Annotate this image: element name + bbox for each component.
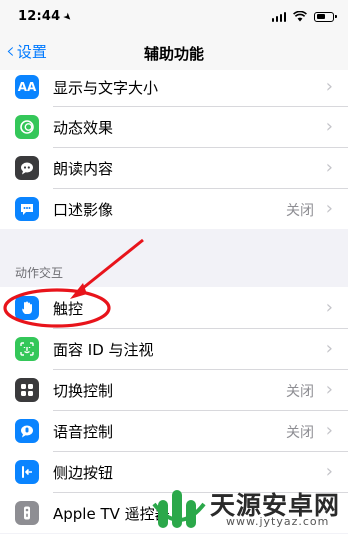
annotation-arrow bbox=[77, 238, 144, 294]
row-value: 关闭 bbox=[286, 425, 314, 441]
row-audio-descriptions[interactable]: 口述影像 关闭 › bbox=[0, 188, 348, 229]
switch-control-icon bbox=[15, 378, 39, 402]
row-label: 显示与文字大小 bbox=[53, 79, 159, 97]
signal-icon bbox=[271, 11, 286, 22]
chevron-right-icon: › bbox=[325, 76, 333, 97]
time-text: 12:44 bbox=[18, 9, 61, 24]
chevron-right-icon: › bbox=[325, 116, 333, 137]
chevron-right-icon: › bbox=[325, 338, 333, 359]
chevron-right-icon: › bbox=[325, 420, 333, 441]
battery-icon bbox=[314, 11, 337, 22]
page-title: 辅助功能 bbox=[143, 45, 204, 63]
wifi-icon bbox=[293, 11, 307, 22]
chevron-right-icon: › bbox=[325, 461, 333, 482]
chevron-right-icon: › bbox=[325, 198, 333, 219]
remote-icon bbox=[15, 501, 39, 525]
voice-control-icon bbox=[15, 419, 39, 443]
hand-touch-icon bbox=[15, 296, 39, 320]
status-time: 12:44➤ bbox=[18, 9, 75, 25]
row-voice-control[interactable]: 语音控制 关闭 › bbox=[0, 410, 348, 451]
row-switch-control[interactable]: 切换控制 关闭 › bbox=[0, 369, 348, 410]
chevron-right-icon: › bbox=[325, 157, 333, 178]
row-value: 关闭 bbox=[286, 203, 314, 219]
status-icons bbox=[271, 11, 337, 22]
row-label: 切换控制 bbox=[53, 382, 114, 400]
speech-icon bbox=[15, 156, 39, 180]
nav-bar: ‹ 设置 辅助功能 bbox=[0, 34, 348, 71]
side-button-icon bbox=[15, 460, 39, 484]
row-display-text-size[interactable]: AA 显示与文字大小 › bbox=[0, 70, 348, 106]
vision-group: AA 显示与文字大小 › 动态效果 › 朗读内容 › 口述影像 关闭 › bbox=[0, 70, 348, 229]
row-label: 动态效果 bbox=[53, 119, 114, 137]
watermark: 天源安卓网 www.jytyaz.com bbox=[150, 484, 348, 534]
text-size-icon: AA bbox=[15, 75, 39, 99]
row-touch[interactable]: 触控 › bbox=[0, 287, 348, 328]
row-label: 语音控制 bbox=[53, 423, 114, 441]
audio-description-icon bbox=[15, 197, 39, 221]
watermark-url: www.jytyaz.com bbox=[226, 515, 330, 528]
row-label: 口述影像 bbox=[53, 201, 114, 219]
chevron-right-icon: › bbox=[325, 379, 333, 400]
row-spoken-content[interactable]: 朗读内容 › bbox=[0, 147, 348, 188]
row-label: 朗读内容 bbox=[53, 160, 114, 178]
status-bar: 12:44➤ bbox=[0, 0, 348, 34]
android-logo-icon bbox=[152, 490, 206, 528]
motion-icon bbox=[15, 115, 39, 139]
section-header: 动作交互 bbox=[15, 266, 64, 280]
row-label: 面容 ID 与注视 bbox=[53, 341, 154, 359]
location-icon: ➤ bbox=[60, 10, 75, 25]
row-value: 关闭 bbox=[286, 384, 314, 400]
chevron-right-icon: › bbox=[325, 297, 333, 318]
row-label: 侧边按钮 bbox=[53, 464, 114, 482]
row-motion[interactable]: 动态效果 › bbox=[0, 106, 348, 147]
row-label: 触控 bbox=[53, 300, 84, 318]
row-face-id-attention[interactable]: 面容 ID 与注视 › bbox=[0, 328, 348, 369]
face-id-icon bbox=[15, 337, 39, 361]
